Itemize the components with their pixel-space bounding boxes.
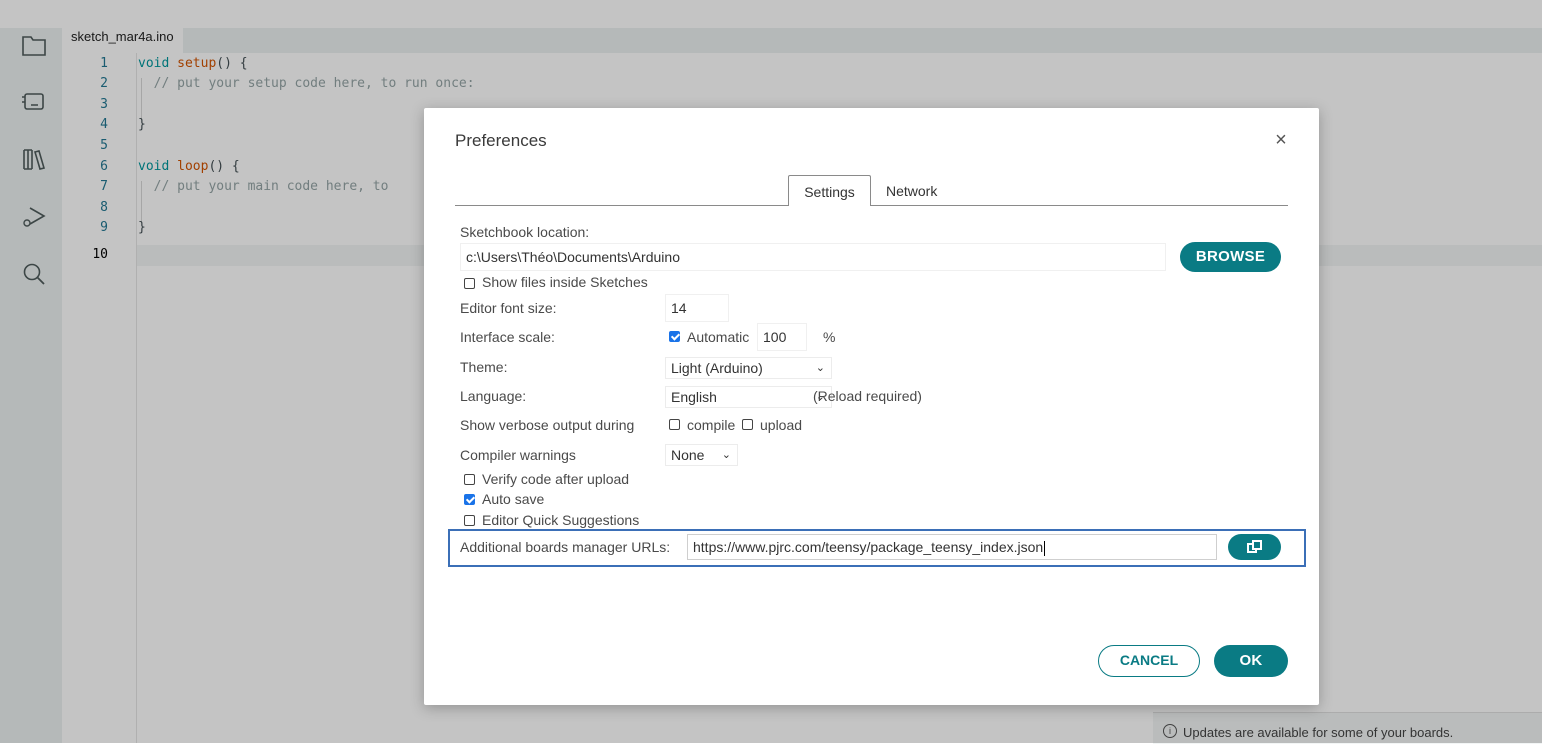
compiler-warnings-select[interactable]: None ⌄ [665, 444, 738, 466]
scale-input[interactable]: 100 [757, 323, 807, 351]
chevron-down-icon: ⌄ [721, 449, 731, 461]
verify-label: Verify code after upload [482, 471, 630, 487]
autosave-label: Auto save [482, 491, 545, 507]
automatic-label: Automatic [687, 329, 750, 345]
quick-suggestions-label: Editor Quick Suggestions [482, 512, 640, 528]
preferences-dialog: Preferences × Settings Network Sketchboo… [424, 108, 1319, 705]
show-files-label: Show files inside Sketches [482, 274, 648, 290]
language-value: English [671, 389, 717, 405]
sketchbook-path-input[interactable]: c:\Users\Théo\Documents\Arduino [460, 243, 1166, 271]
upload-label: upload [760, 417, 803, 433]
boards-urls-input[interactable]: https://www.pjrc.com/teensy/package_teen… [687, 534, 1217, 560]
edit-urls-button[interactable] [1228, 534, 1281, 560]
boards-urls-row: Additional boards manager URLs: https://… [448, 529, 1306, 567]
tab-settings[interactable]: Settings [788, 175, 871, 206]
show-files-checkbox[interactable] [464, 278, 475, 289]
compile-label: compile [687, 417, 736, 433]
tab-network[interactable]: Network [886, 175, 937, 207]
ok-button[interactable]: OK [1214, 645, 1288, 677]
verify-checkbox[interactable] [464, 474, 475, 485]
scale-unit: % [823, 329, 836, 345]
theme-value: Light (Arduino) [671, 360, 763, 376]
autosave-checkbox[interactable] [464, 494, 475, 505]
reload-note: (Reload required) [813, 388, 922, 404]
font-size-label: Editor font size: [460, 300, 557, 316]
text-cursor [1044, 540, 1046, 556]
font-size-input[interactable]: 14 [665, 294, 729, 322]
automatic-checkbox[interactable] [669, 331, 680, 342]
chevron-down-icon: ⌄ [815, 362, 825, 374]
tabs-divider [455, 205, 1288, 206]
dialog-title: Preferences [455, 131, 547, 150]
upload-checkbox[interactable] [742, 419, 753, 430]
verbose-label: Show verbose output during [460, 417, 635, 433]
boards-urls-value: https://www.pjrc.com/teensy/package_teen… [693, 539, 1044, 555]
theme-select[interactable]: Light (Arduino) ⌄ [665, 357, 832, 379]
compiler-warnings-label: Compiler warnings [460, 447, 576, 463]
cancel-button[interactable]: CANCEL [1098, 645, 1200, 677]
theme-label: Theme: [460, 359, 508, 375]
sketchbook-label: Sketchbook location: [460, 224, 590, 240]
language-label: Language: [460, 388, 527, 404]
quick-suggestions-checkbox[interactable] [464, 515, 475, 526]
warnings-value: None [671, 447, 705, 463]
browse-button[interactable]: BROWSE [1180, 242, 1281, 272]
open-window-icon [1246, 540, 1262, 553]
boards-urls-label: Additional boards manager URLs: [460, 539, 671, 555]
interface-scale-label: Interface scale: [460, 329, 555, 345]
compile-checkbox[interactable] [669, 419, 680, 430]
language-select[interactable]: English ⌄ [665, 386, 832, 408]
close-icon[interactable]: × [1273, 130, 1289, 150]
